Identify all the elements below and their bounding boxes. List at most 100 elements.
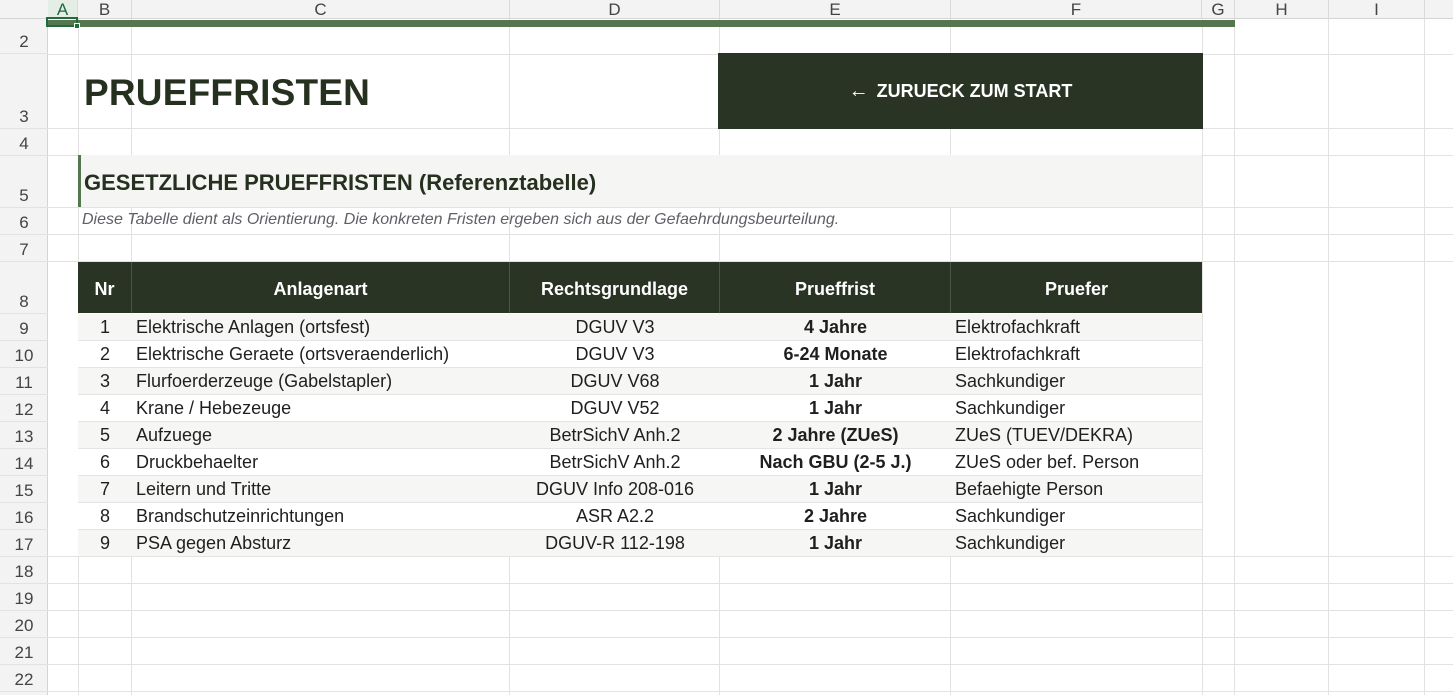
- gridline: [48, 691, 1453, 692]
- gridline: [1328, 19, 1329, 695]
- row-header[interactable]: 18: [0, 557, 48, 584]
- table-cell-frist[interactable]: 1 Jahr: [720, 476, 951, 503]
- table-cell-anlage[interactable]: Elektrische Geraete (ortsveraenderlich): [132, 341, 510, 368]
- table-cell-anlage[interactable]: Flurfoerderzeuge (Gabelstapler): [132, 368, 510, 395]
- table-cell-recht[interactable]: DGUV V52: [510, 395, 720, 422]
- table-cell-nr[interactable]: 8: [78, 503, 132, 530]
- table-header-rechtsgrundlage[interactable]: Rechtsgrundlage: [510, 262, 720, 313]
- row-header[interactable]: 3: [0, 54, 48, 129]
- table-cell-recht[interactable]: DGUV V3: [510, 341, 720, 368]
- row-header[interactable]: 14: [0, 449, 48, 476]
- section-subtitle: Diese Tabelle dient als Orientierung. Di…: [82, 211, 840, 228]
- table-cell-frist[interactable]: 2 Jahre: [720, 503, 951, 530]
- row-header[interactable]: 7: [0, 235, 48, 262]
- table-cell-pruefer[interactable]: Sachkundiger: [951, 368, 1202, 395]
- table-cell-recht[interactable]: BetrSichV Anh.2: [510, 422, 720, 449]
- gridline: [1234, 19, 1235, 695]
- row-header[interactable]: 20: [0, 611, 48, 638]
- table-cell-nr[interactable]: 3: [78, 368, 132, 395]
- table-cell-anlage[interactable]: PSA gegen Absturz: [132, 530, 510, 557]
- table-row: 4 Krane / Hebezeuge DGUV V52 1 Jahr Sachkund…: [78, 395, 1202, 422]
- table-cell-pruefer[interactable]: Elektrofachkraft: [951, 341, 1202, 368]
- table-cell-nr[interactable]: 9: [78, 530, 132, 557]
- column-header-e[interactable]: E: [720, 0, 951, 19]
- row-header[interactable]: 11: [0, 368, 48, 395]
- row-header[interactable]: 9: [0, 314, 48, 341]
- table-cell-anlage[interactable]: Aufzuege: [132, 422, 510, 449]
- table-row: 3 Flurfoerderzeuge (Gabelstapler) DGUV V68…: [78, 368, 1202, 395]
- row-header[interactable]: 6: [0, 208, 48, 235]
- table-cell-frist[interactable]: 6-24 Monate: [720, 341, 951, 368]
- row-header[interactable]: 12: [0, 395, 48, 422]
- row-header[interactable]: 22: [0, 665, 48, 692]
- table-cell-anlage[interactable]: Brandschutzeinrichtungen: [132, 503, 510, 530]
- row-header[interactable]: 4: [0, 129, 48, 156]
- column-header-c[interactable]: C: [132, 0, 510, 19]
- table-cell-frist[interactable]: 1 Jahr: [720, 368, 951, 395]
- table-row: 9 PSA gegen Absturz DGUV-R 112-198 1 Jahr Sa…: [78, 530, 1202, 557]
- table-header-nr[interactable]: Nr: [78, 262, 132, 313]
- table-cell-nr[interactable]: 7: [78, 476, 132, 503]
- table-cell-anlage[interactable]: Elektrische Anlagen (ortsfest): [132, 314, 510, 341]
- table-cell-pruefer[interactable]: ZUeS oder bef. Person: [951, 449, 1202, 476]
- gridline: [48, 610, 1453, 611]
- row-header[interactable]: 8: [0, 262, 48, 314]
- table-row: 7 Leitern und Tritte DGUV Info 208-016 1 Ja…: [78, 476, 1202, 503]
- table-cell-nr[interactable]: 6: [78, 449, 132, 476]
- column-header-d[interactable]: D: [510, 0, 720, 19]
- table-cell-frist[interactable]: Nach GBU (2-5 J.): [720, 449, 951, 476]
- title-accent-bar: [48, 20, 1235, 27]
- row-header[interactable]: 13: [0, 422, 48, 449]
- table-header-prueffrist[interactable]: Prueffrist: [720, 262, 951, 313]
- gridline: [48, 583, 1453, 584]
- table-cell-nr[interactable]: 4: [78, 395, 132, 422]
- table-cell-frist[interactable]: 2 Jahre (ZUeS): [720, 422, 951, 449]
- column-header-g[interactable]: G: [1202, 0, 1235, 19]
- back-to-start-button[interactable]: ← ZURUECK ZUM START: [718, 53, 1203, 129]
- table-cell-recht[interactable]: BetrSichV Anh.2: [510, 449, 720, 476]
- table-cell-anlage[interactable]: Leitern und Tritte: [132, 476, 510, 503]
- column-header-h[interactable]: H: [1235, 0, 1329, 19]
- table-cell-recht[interactable]: ASR A2.2: [510, 503, 720, 530]
- column-header-i[interactable]: I: [1329, 0, 1425, 19]
- table-row: 2 Elektrische Geraete (ortsveraenderlich)…: [78, 341, 1202, 368]
- table-cell-frist[interactable]: 1 Jahr: [720, 530, 951, 557]
- row-header[interactable]: 15: [0, 476, 48, 503]
- table-cell-anlage[interactable]: Druckbehaelter: [132, 449, 510, 476]
- table-cell-frist[interactable]: 4 Jahre: [720, 314, 951, 341]
- table-cell-recht[interactable]: DGUV-R 112-198: [510, 530, 720, 557]
- back-button-label: ZURUECK ZUM START: [876, 80, 1073, 101]
- table-cell-recht[interactable]: DGUV Info 208-016: [510, 476, 720, 503]
- gridline: [48, 637, 1453, 638]
- table-cell-nr[interactable]: 1: [78, 314, 132, 341]
- table-cell-pruefer[interactable]: Sachkundiger: [951, 395, 1202, 422]
- row-header[interactable]: 10: [0, 341, 48, 368]
- fill-handle[interactable]: [74, 23, 80, 29]
- table-cell-nr[interactable]: 2: [78, 341, 132, 368]
- table-cell-nr[interactable]: 5: [78, 422, 132, 449]
- table-cell-pruefer[interactable]: Elektrofachkraft: [951, 314, 1202, 341]
- table-row: 8 Brandschutzeinrichtungen ASR A2.2 2 Jahre…: [78, 503, 1202, 530]
- page-title: PRUEFFRISTEN: [84, 72, 371, 113]
- table-cell-frist[interactable]: 1 Jahr: [720, 395, 951, 422]
- table-cell-anlage[interactable]: Krane / Hebezeuge: [132, 395, 510, 422]
- table-cell-recht[interactable]: DGUV V68: [510, 368, 720, 395]
- table-cell-pruefer[interactable]: Sachkundiger: [951, 503, 1202, 530]
- row-header[interactable]: 2: [0, 27, 48, 54]
- row-header[interactable]: 5: [0, 156, 48, 208]
- row-header[interactable]: 19: [0, 584, 48, 611]
- table-cell-pruefer[interactable]: ZUeS (TUEV/DEKRA): [951, 422, 1202, 449]
- row-header[interactable]: 17: [0, 530, 48, 557]
- arrow-left-icon: ←: [848, 80, 869, 102]
- row-header[interactable]: 16: [0, 503, 48, 530]
- gridline: [48, 207, 1453, 208]
- table-cell-pruefer[interactable]: Sachkundiger: [951, 530, 1202, 557]
- row-header[interactable]: 21: [0, 638, 48, 665]
- column-header-f[interactable]: F: [951, 0, 1202, 19]
- table-cell-recht[interactable]: DGUV V3: [510, 314, 720, 341]
- section-title: GESETZLICHE PRUEFFRISTEN (Referenztabell…: [84, 170, 597, 195]
- table-cell-pruefer[interactable]: Befaehigte Person: [951, 476, 1202, 503]
- table-header-pruefer[interactable]: Pruefer: [951, 262, 1202, 313]
- column-header-b[interactable]: B: [78, 0, 132, 19]
- table-header-anlagenart[interactable]: Anlagenart: [132, 262, 510, 313]
